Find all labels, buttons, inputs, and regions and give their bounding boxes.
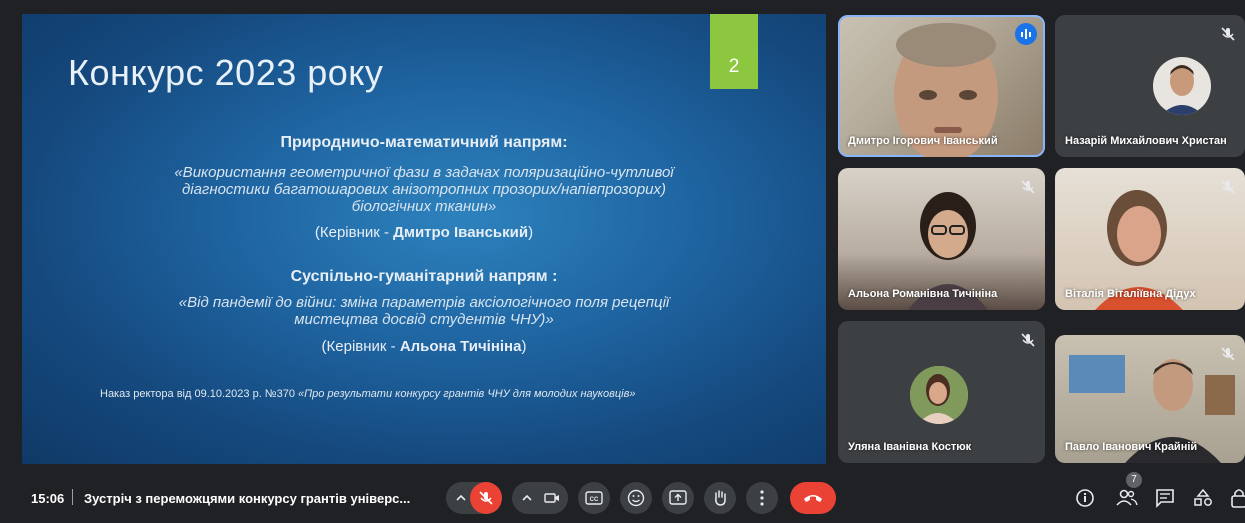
participant-tile[interactable]: Віталія Віталіївна Дідух [1055, 168, 1245, 310]
section2-leader: (Керівник - Альона Тичініна) [22, 338, 826, 355]
mic-off-icon [1221, 347, 1235, 361]
participant-tile[interactable]: Дмитро Ігорович Іванський [838, 15, 1045, 157]
leader-prefix: (Керівник - [314, 224, 394, 241]
camera-control [512, 482, 568, 514]
mic-off-icon [1021, 180, 1035, 194]
slide-number-badge: 2 [710, 14, 758, 89]
meeting-title: Зустріч з переможцями конкурсу грантів у… [84, 491, 411, 506]
leader-prefix: (Керівник - [321, 338, 400, 355]
section1-project-line1: «Використання геометричної фази в задача… [174, 164, 674, 181]
section2-project-line1: «Від пандемії до війни: зміна параметрів… [178, 294, 670, 311]
svg-text:CC: CC [590, 497, 599, 503]
mic-off-icon [1021, 333, 1035, 347]
leave-call-button[interactable] [790, 482, 836, 514]
presentation-slide: Конкурс 2023 року 2 Природничо-математич… [22, 14, 826, 464]
phone-hangup-icon [804, 495, 822, 502]
mic-off-icon [1221, 27, 1235, 41]
section1-project-line3: біологічних тканин» [351, 198, 497, 215]
leader-name: Альона Тичініна [399, 338, 522, 355]
participant-tile[interactable]: Назарій Михайлович Христан [1055, 15, 1245, 157]
order-prefix: Наказ ректора від 09.10.2023 р. №370 [100, 388, 299, 400]
speaking-indicator-icon [1015, 23, 1037, 45]
participant-tile[interactable]: Павло Іванович Крайній [1055, 335, 1245, 463]
mic-toggle-button[interactable] [470, 482, 502, 514]
avatar [910, 366, 968, 424]
bottom-bar: 15:06 Зустріч з переможцями конкурсу гра… [0, 470, 1245, 523]
participant-tile[interactable]: Альона Романівна Тичініна [838, 168, 1045, 310]
order-title: «Про результати конкурсу грантів ЧНУ для… [298, 388, 636, 400]
chat-icon[interactable] [1151, 484, 1179, 512]
meet-window: Конкурс 2023 року 2 Природничо-математич… [0, 0, 1245, 523]
emoji-icon [627, 489, 645, 507]
participant-name: Альона Романівна Тичініна [848, 288, 998, 300]
present-button[interactable] [662, 482, 694, 514]
participant-name: Назарій Михайлович Христан [1065, 135, 1227, 147]
meeting-time: 15:06 [31, 491, 65, 506]
activities-icon[interactable] [1189, 484, 1217, 512]
order-note: Наказ ректора від 09.10.2023 р. №370 «Пр… [100, 388, 635, 400]
participant-name: Дмитро Ігорович Іванський [848, 135, 998, 147]
captions-icon: CC [585, 491, 603, 505]
captions-button[interactable]: CC [578, 482, 610, 514]
chevron-up-icon[interactable] [521, 493, 533, 503]
host-controls-icon[interactable] [1226, 484, 1245, 512]
participant-name: Уляна Іванівна Костюк [848, 441, 972, 453]
leader-suffix: ) [528, 224, 534, 241]
section2-project-line2: мистецтва досвід студентів ЧНУ)» [294, 311, 554, 328]
hand-icon [715, 490, 726, 506]
info-icon[interactable] [1071, 484, 1099, 512]
avatar [1153, 57, 1211, 115]
people-icon[interactable] [1113, 484, 1141, 512]
mic-off-icon [479, 491, 493, 505]
camera-icon [544, 493, 559, 503]
mic-off-icon [1221, 180, 1235, 194]
raise-hand-button[interactable] [704, 482, 736, 514]
divider [72, 489, 73, 505]
section1-heading: Природничо-математичний напрям: [280, 134, 568, 151]
emoji-button[interactable] [620, 482, 652, 514]
section1-project-line2: діагностики багатошарових анізотропних п… [181, 181, 667, 198]
participant-tile[interactable]: Уляна Іванівна Костюк [838, 321, 1045, 463]
slide-title: Конкурс 2023 року [68, 52, 384, 93]
participant-name: Павло Іванович Крайній [1065, 441, 1198, 453]
chevron-up-icon[interactable] [455, 493, 467, 503]
leader-suffix: ) [521, 338, 527, 355]
camera-toggle-button[interactable] [536, 482, 568, 514]
section1-leader: (Керівник - Дмитро Іванський) [22, 224, 826, 241]
participant-name: Віталія Віталіївна Дідух [1065, 288, 1196, 300]
more-options-button[interactable] [746, 482, 778, 514]
slide-number: 2 [728, 56, 740, 77]
section2-heading: Суспільно-гуманітарний напрям : [290, 268, 558, 285]
present-icon [669, 490, 687, 505]
more-vert-icon [760, 490, 764, 506]
leader-name: Дмитро Іванський [393, 224, 529, 241]
mic-control [446, 482, 502, 514]
